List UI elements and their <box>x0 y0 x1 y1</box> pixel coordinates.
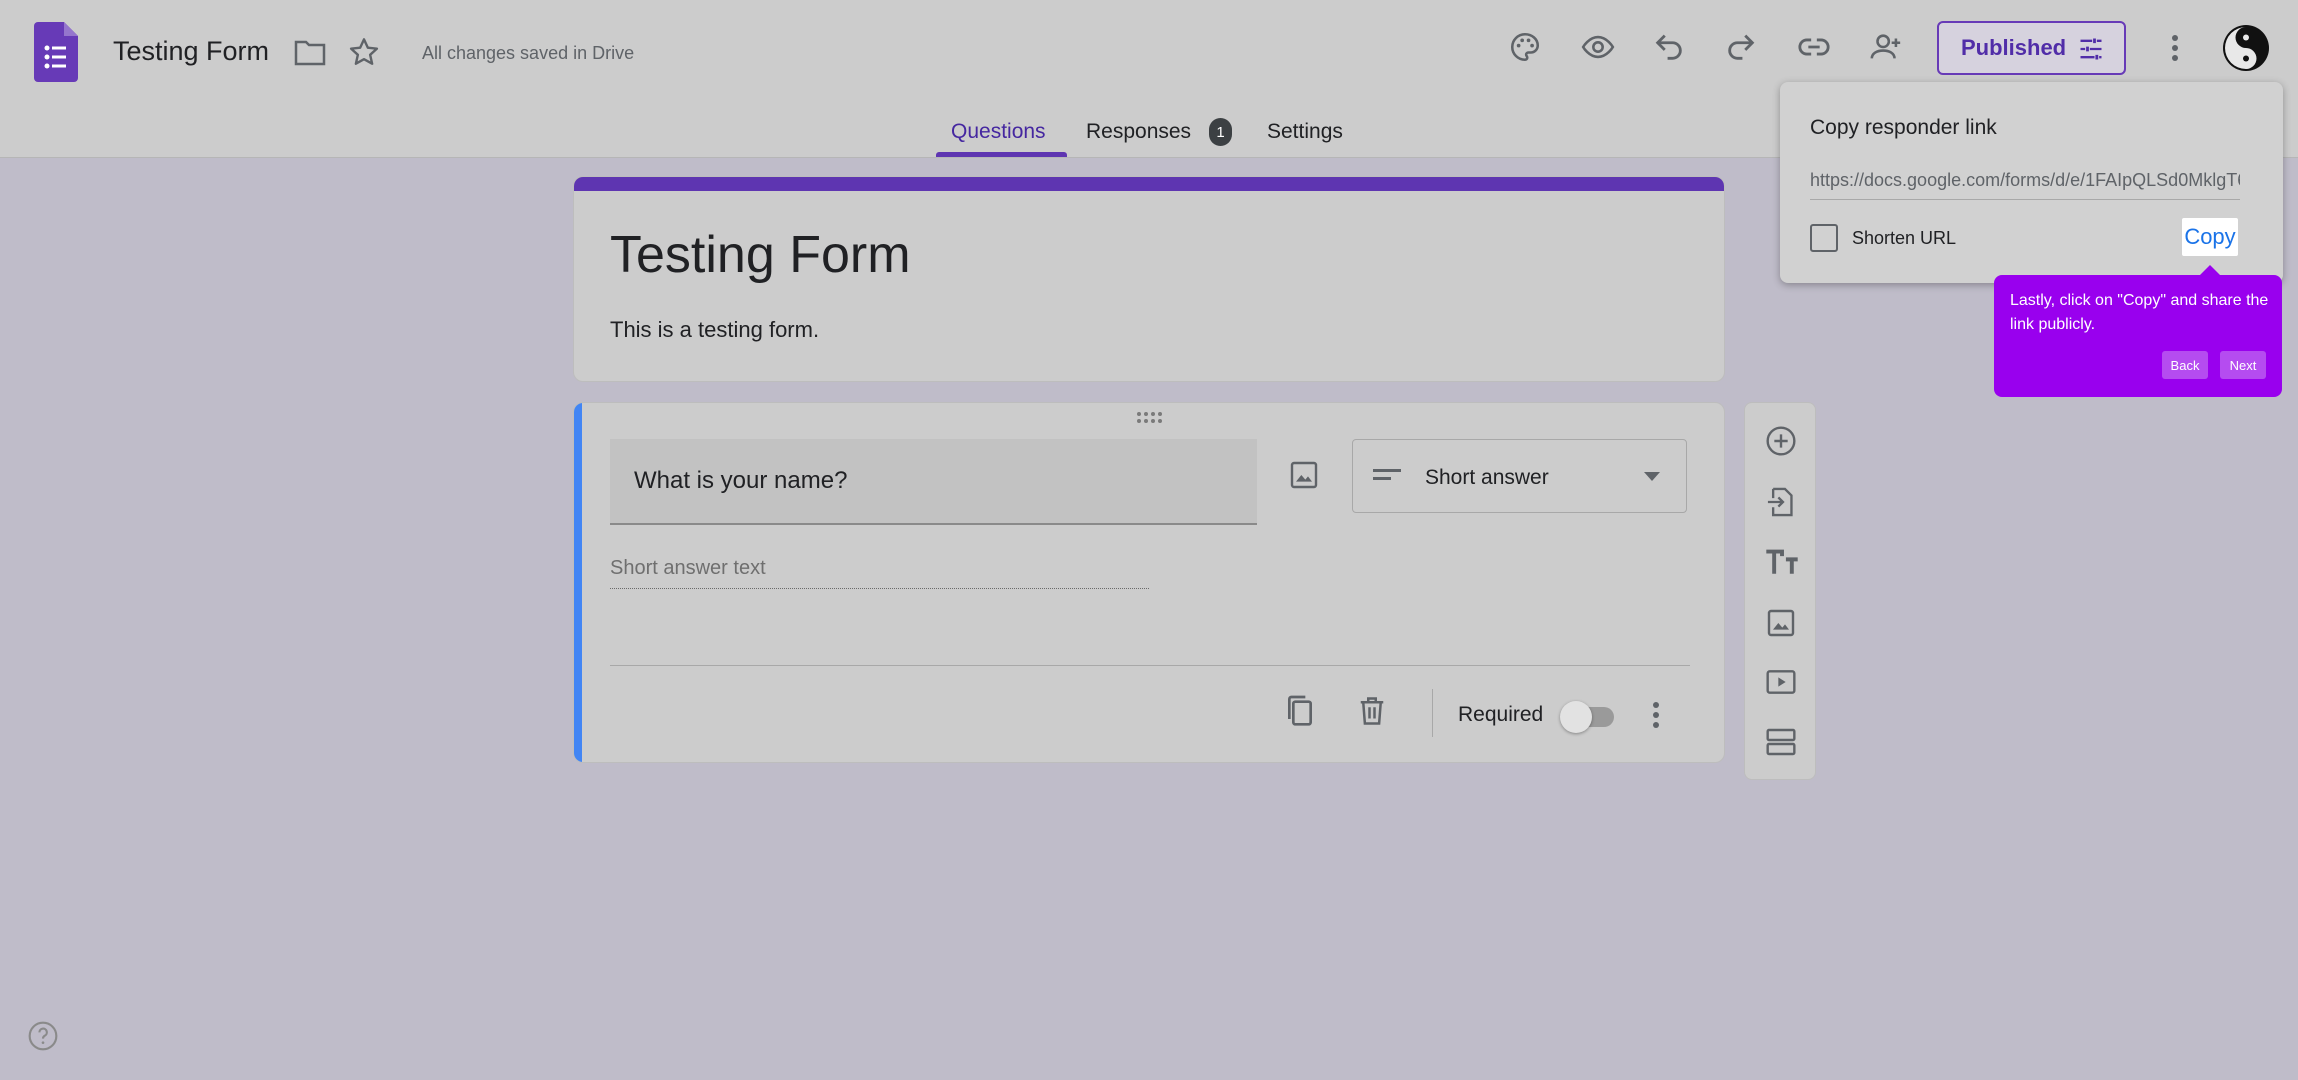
save-status: All changes saved in Drive <box>422 43 635 63</box>
delete-icon[interactable] <box>1357 693 1387 729</box>
form-title[interactable]: Testing Form <box>610 225 911 285</box>
duplicate-icon[interactable] <box>1284 693 1316 729</box>
more-vert-icon[interactable] <box>2162 32 2188 64</box>
form-description[interactable]: This is a testing form. <box>610 317 819 343</box>
responder-link-field[interactable]: https://docs.google.com/forms/d/e/1FAIpQ… <box>1810 170 2240 200</box>
add-title-icon[interactable] <box>1765 547 1799 577</box>
question-title-input[interactable]: What is your name? <box>610 439 1257 525</box>
required-toggle-knob[interactable] <box>1560 701 1592 733</box>
question-type-label: Short answer <box>1425 466 1549 489</box>
tab-responses[interactable]: Responses <box>1086 120 1191 144</box>
published-button[interactable]: Published <box>1937 21 2126 75</box>
import-questions-icon[interactable] <box>1765 485 1797 519</box>
link-icon[interactable] <box>1796 30 1832 64</box>
copy-button[interactable]: Copy <box>2182 218 2238 256</box>
doc-title[interactable]: Testing Form <box>113 36 269 67</box>
folder-icon[interactable] <box>294 38 326 66</box>
card-divider <box>610 665 1690 666</box>
shorten-url-label[interactable]: Shorten URL <box>1852 228 1956 249</box>
side-toolbar <box>1744 402 1816 780</box>
drag-handle-icon[interactable] <box>1136 411 1162 425</box>
help-icon[interactable] <box>27 1020 59 1052</box>
question-card[interactable]: What is your name? Short answer Short an… <box>573 402 1725 763</box>
more-options-icon[interactable] <box>1646 699 1666 731</box>
add-question-icon[interactable] <box>1765 425 1797 457</box>
copy-link-popup: Copy responder link https://docs.google.… <box>1780 82 2283 283</box>
form-title-card[interactable]: Testing Form This is a testing form. <box>573 176 1725 382</box>
caret-down-icon <box>1643 470 1661 482</box>
tour-tooltip: Lastly, click on "Copy" and share the li… <box>1994 275 2282 397</box>
theme-accent-bar <box>574 177 1724 191</box>
redo-icon[interactable] <box>1724 30 1758 64</box>
tooltip-text: Lastly, click on "Copy" and share the li… <box>2010 292 2269 333</box>
star-icon[interactable] <box>348 36 380 68</box>
short-answer-text: Short answer text <box>610 557 1149 589</box>
active-tab-indicator <box>936 152 1067 157</box>
avatar-yin-yang[interactable] <box>2222 24 2270 72</box>
required-label: Required <box>1458 703 1544 726</box>
palette-icon[interactable] <box>1508 30 1542 64</box>
add-section-icon[interactable] <box>1765 727 1797 757</box>
toolbar-divider <box>1432 689 1433 737</box>
add-image-icon[interactable] <box>1765 607 1797 639</box>
add-video-icon[interactable] <box>1765 667 1797 697</box>
add-person-icon[interactable] <box>1868 30 1904 64</box>
published-label: Published <box>1961 35 2067 60</box>
shorten-url-checkbox[interactable] <box>1810 224 1838 252</box>
tab-questions[interactable]: Questions <box>951 120 1046 144</box>
forms-logo-icon[interactable] <box>34 22 78 82</box>
add-image-icon[interactable] <box>1288 459 1320 491</box>
question-type-dropdown[interactable]: Short answer <box>1352 439 1687 513</box>
active-question-indicator <box>574 403 582 762</box>
eye-icon[interactable] <box>1580 30 1616 64</box>
responses-count-badge: 1 <box>1209 118 1232 146</box>
short-answer-icon <box>1373 466 1401 486</box>
tooltip-next-button[interactable]: Next <box>2220 351 2266 379</box>
tab-settings[interactable]: Settings <box>1267 120 1343 144</box>
undo-icon[interactable] <box>1652 30 1686 64</box>
tooltip-back-button[interactable]: Back <box>2162 351 2208 379</box>
popup-title: Copy responder link <box>1810 116 1997 139</box>
tune-icon <box>2076 35 2106 63</box>
